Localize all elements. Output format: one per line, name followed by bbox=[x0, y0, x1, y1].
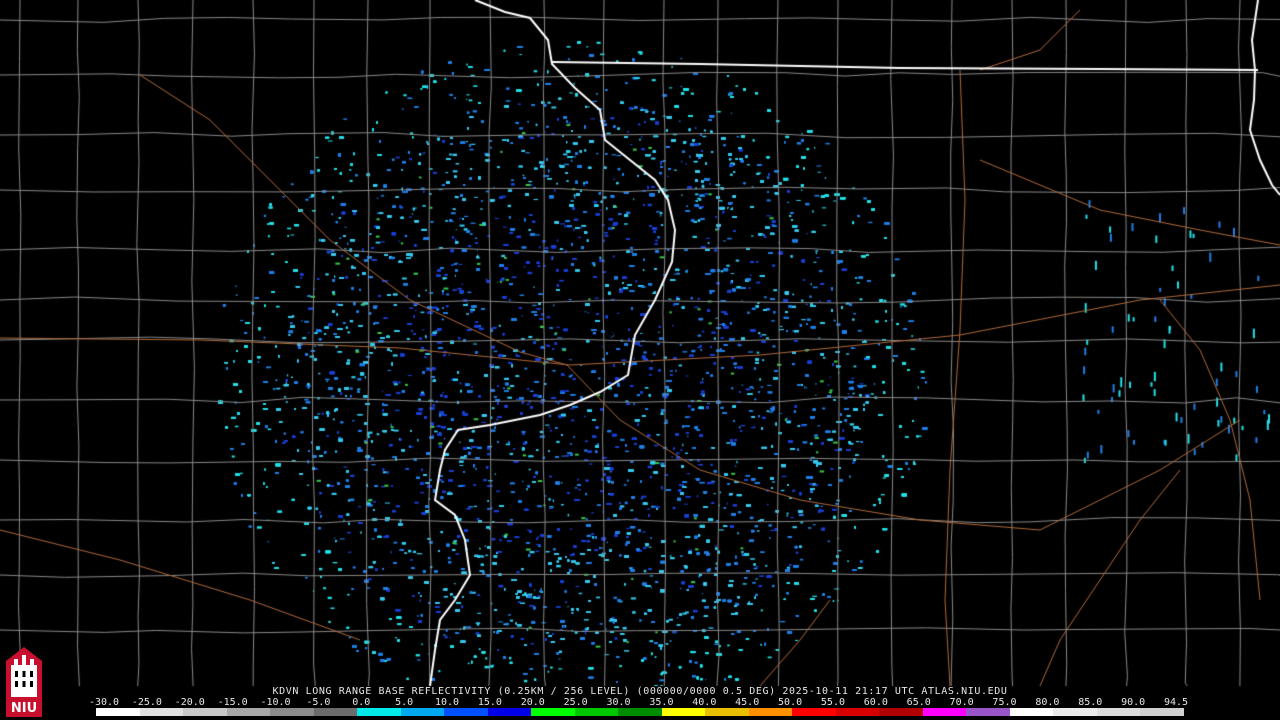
colorbar-tick-label: -15.0 bbox=[217, 697, 248, 708]
colorbar-swatch bbox=[313, 708, 358, 716]
radar-map bbox=[0, 0, 1280, 720]
colorbar-swatch bbox=[531, 708, 575, 716]
colorbar-swatch bbox=[705, 708, 749, 716]
colorbar-swatch bbox=[879, 708, 923, 716]
colorbar-swatch bbox=[661, 708, 706, 716]
colorbar-swatch bbox=[966, 708, 1010, 716]
colorbar-tick-label: 25.0 bbox=[563, 697, 588, 708]
colorbar-swatch bbox=[96, 708, 140, 716]
source-url: ATLAS.NIU.EDU bbox=[921, 686, 1008, 697]
colorbar-swatch bbox=[792, 708, 836, 716]
colorbar-swatch bbox=[1096, 708, 1141, 716]
colorbar-tick-label: 90.0 bbox=[1121, 697, 1146, 708]
colorbar-tick-label: -10.0 bbox=[260, 697, 291, 708]
colorbar-tick-label: 85.0 bbox=[1078, 697, 1103, 708]
colorbar-swatch bbox=[1140, 708, 1184, 716]
colorbar-tick-label: 75.0 bbox=[992, 697, 1017, 708]
colorbar-swatch bbox=[400, 708, 445, 716]
colorbar-labels: -30.0 -25.0 -20.0 -15.0 -10.0 -5.0 0.0 5.0 10.0 1… bbox=[89, 697, 1188, 708]
product-description: LONG RANGE BASE REFLECTIVITY (0.25KM / 2… bbox=[305, 686, 776, 697]
colorbar-tick-label: 5.0 bbox=[395, 697, 414, 708]
colorbar-swatch bbox=[574, 708, 619, 716]
colorbar-tick-label: -25.0 bbox=[131, 697, 162, 708]
colorbar-swatch bbox=[139, 708, 184, 716]
colorbar-tick-label: 0.0 bbox=[352, 697, 371, 708]
colorbar-tick-label: -20.0 bbox=[174, 697, 205, 708]
station-id: KDVN bbox=[272, 686, 300, 697]
colorbar-swatch bbox=[1053, 708, 1097, 716]
colorbar-tick-label: 50.0 bbox=[778, 697, 803, 708]
colorbar-tick-label: 80.0 bbox=[1035, 697, 1060, 708]
colorbar-swatch bbox=[487, 708, 532, 716]
colorbar-tick-label: 20.0 bbox=[520, 697, 545, 708]
colorbar-tick-label: 10.0 bbox=[434, 697, 460, 708]
colorbar-tick-label: 94.5 bbox=[1163, 697, 1189, 708]
colorbar bbox=[96, 708, 1184, 716]
colorbar-swatch bbox=[1009, 708, 1054, 716]
colorbar-tick-label: 65.0 bbox=[906, 697, 931, 708]
timestamp: 2025-10-11 21:17 UTC bbox=[782, 686, 915, 697]
colorbar-tick-label: 35.0 bbox=[649, 697, 674, 708]
niu-logo bbox=[2, 643, 46, 717]
colorbar-tick-label: 55.0 bbox=[820, 697, 845, 708]
colorbar-swatch bbox=[748, 708, 793, 716]
colorbar-tick-label: 70.0 bbox=[949, 697, 974, 708]
colorbar-tick-label: -5.0 bbox=[306, 697, 331, 708]
colorbar-swatch bbox=[357, 708, 401, 716]
colorbar-tick-label: -30.0 bbox=[88, 697, 120, 708]
colorbar-tick-label: 15.0 bbox=[477, 697, 502, 708]
colorbar-tick-label: 60.0 bbox=[863, 697, 888, 708]
colorbar-swatch bbox=[835, 708, 880, 716]
colorbar-tick-label: 40.0 bbox=[692, 697, 717, 708]
colorbar-tick-label: 30.0 bbox=[606, 697, 631, 708]
colorbar-swatch bbox=[444, 708, 488, 716]
colorbar-swatch bbox=[618, 708, 662, 716]
colorbar-swatch bbox=[922, 708, 967, 716]
colorbar-tick-label: 45.0 bbox=[735, 697, 760, 708]
colorbar-swatch bbox=[270, 708, 314, 716]
colorbar-swatch bbox=[226, 708, 271, 716]
colorbar-swatch bbox=[183, 708, 227, 716]
